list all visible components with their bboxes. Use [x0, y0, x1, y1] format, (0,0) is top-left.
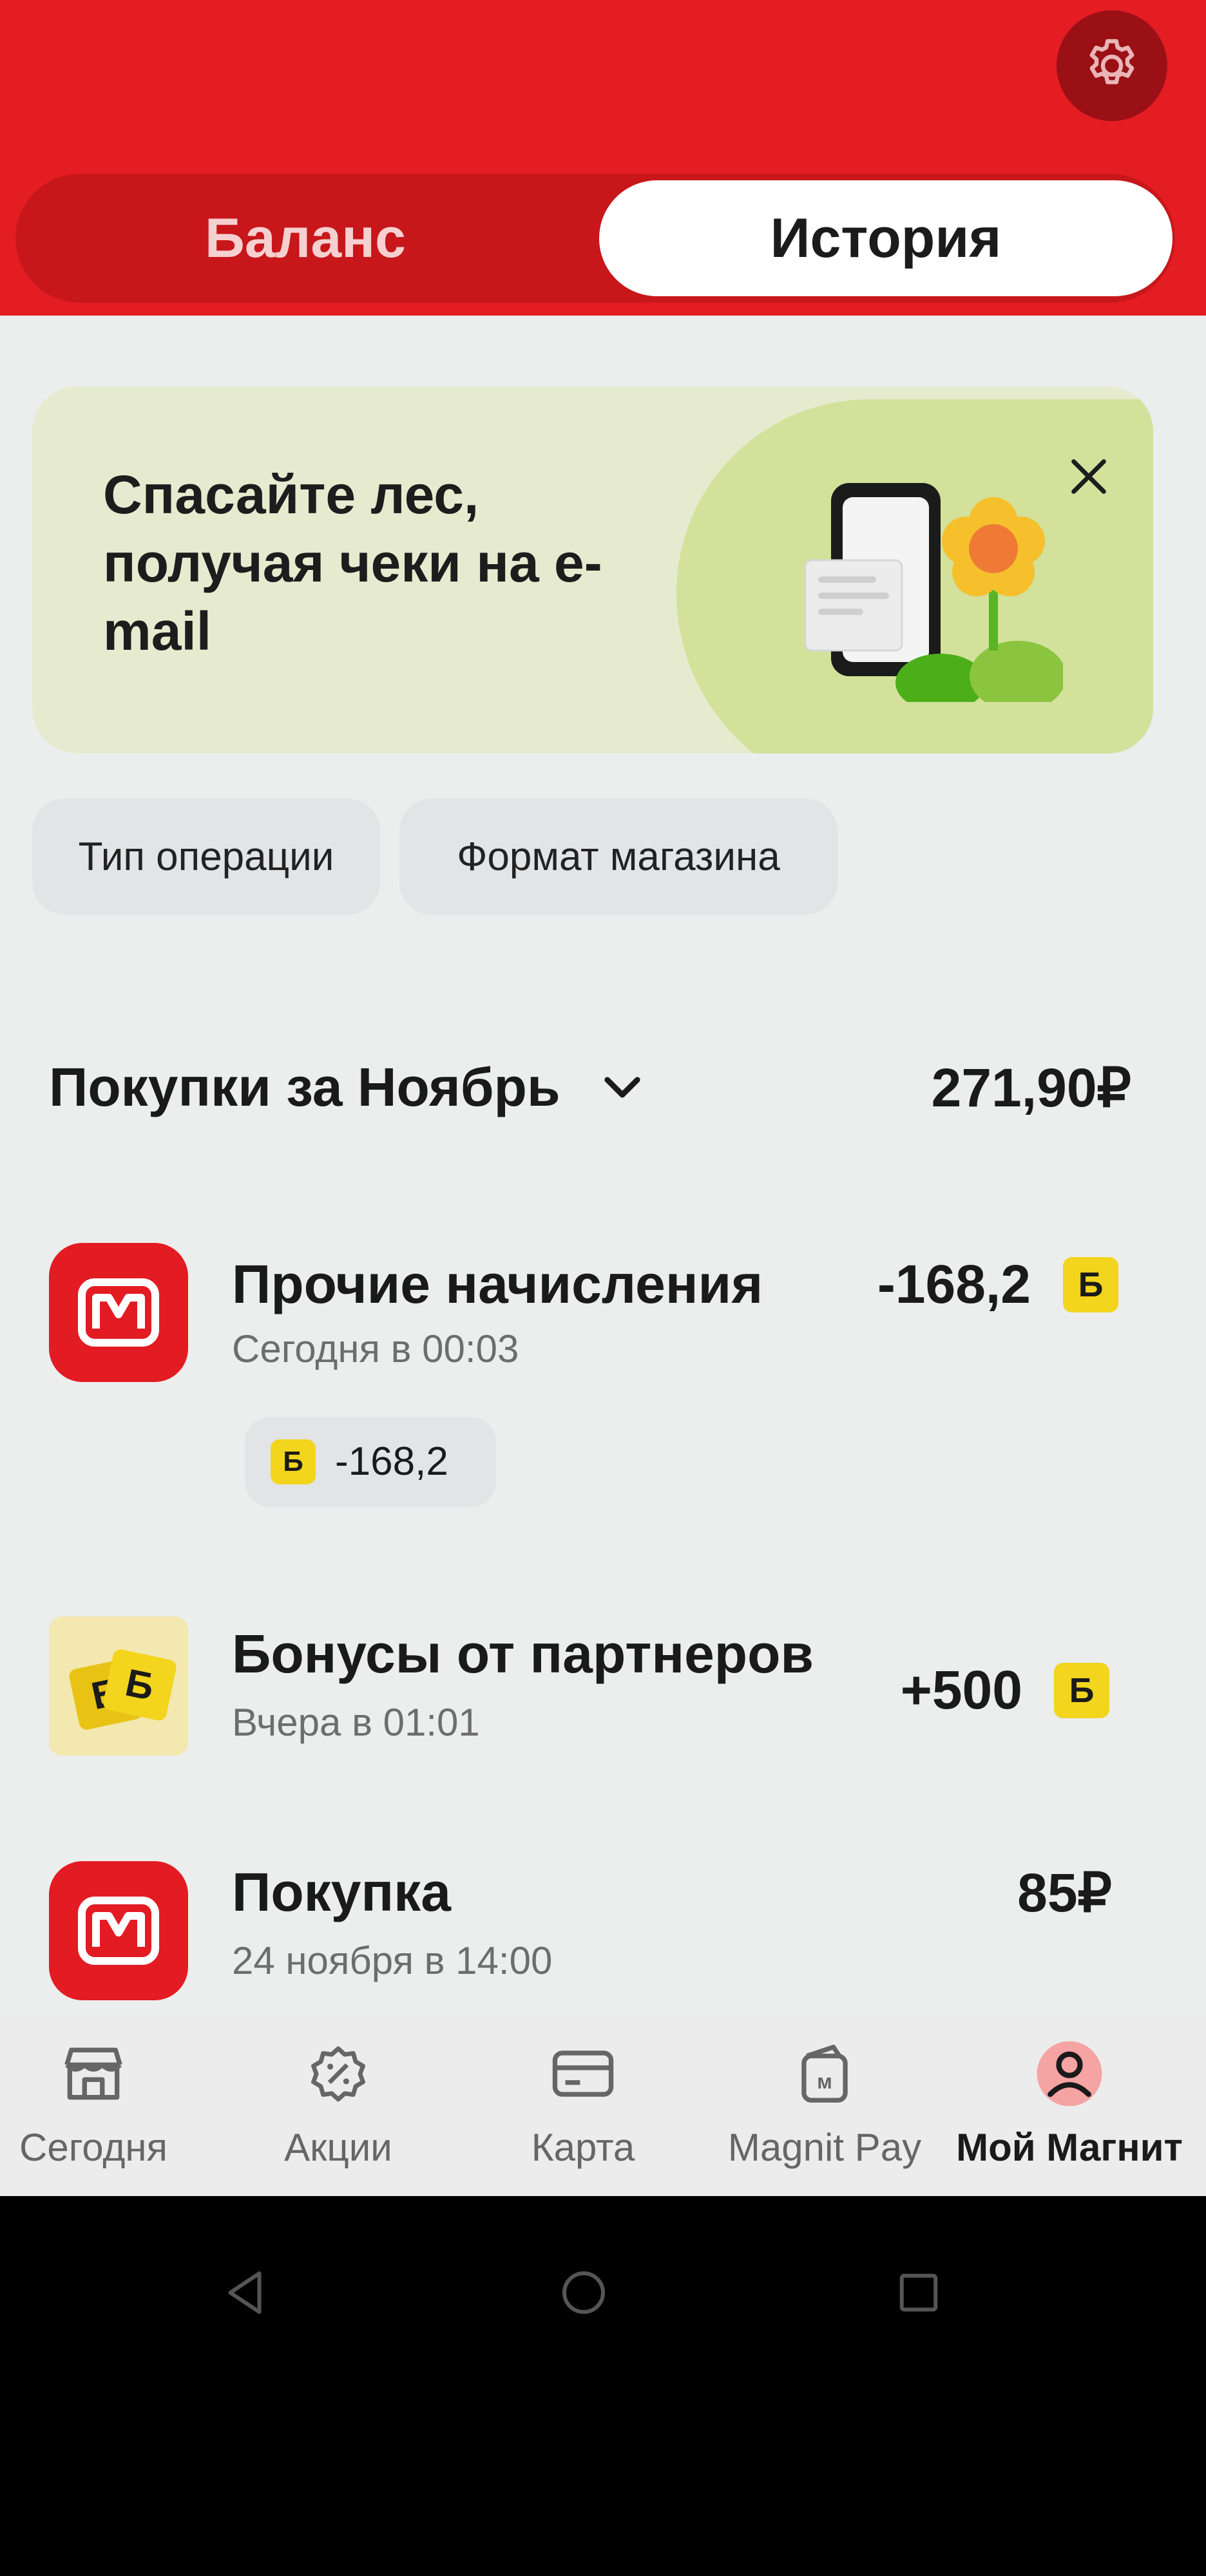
- nav-label: Сегодня: [19, 2126, 168, 2169]
- transaction-name: Бонусы от партнеров: [232, 1624, 814, 1684]
- app-screen: Баланс История Спасайте лес, получая чек…: [0, 0, 1206, 2196]
- filter-operation-type[interactable]: Тип операции: [32, 799, 380, 914]
- transaction-detail-chip: Б -168,2: [245, 1417, 496, 1507]
- transaction-amount: 85₽: [1017, 1862, 1112, 1923]
- svg-text:м: м: [817, 2070, 832, 2093]
- transaction-row[interactable]: Покупка 24 ноября в 14:00 85₽: [0, 1861, 1206, 2016]
- bottom-navigation: Сегодня Акции Карта м Magnit Pay Мой Маг…: [0, 2016, 1206, 2196]
- system-navigation-bar: [0, 2196, 1206, 2576]
- transaction-row[interactable]: Б Б Бонусы от партнеров Вчера в 01:01 +5…: [0, 1616, 1206, 1784]
- recents-square-icon: [899, 2273, 938, 2312]
- history-content: Спасайте лес, получая чеки на e-mail Тип…: [0, 316, 1206, 2041]
- period-total: 271,90₽: [931, 1057, 1131, 1118]
- promo-banner[interactable]: Спасайте лес, получая чеки на e-mail: [32, 386, 1153, 753]
- nav-my-magnit[interactable]: Мой Магнит: [953, 2038, 1185, 2186]
- bonus-badge: Б: [271, 1439, 316, 1484]
- phone-receipt-flower-illustration: [804, 483, 1063, 702]
- detail-amount: -168,2: [335, 1439, 448, 1484]
- transaction-name: Прочие начисления: [232, 1254, 763, 1314]
- home-button[interactable]: [545, 2254, 622, 2331]
- recents-button[interactable]: [880, 2254, 957, 2331]
- header: Баланс История: [0, 0, 1206, 316]
- magnit-logo-icon: [49, 1861, 188, 2000]
- nav-label: Карта: [531, 2126, 635, 2169]
- tab-balance[interactable]: Баланс: [15, 180, 595, 296]
- transaction-name: Покупка: [232, 1862, 451, 1922]
- filter-store-format[interactable]: Формат магазина: [399, 799, 838, 914]
- bonus-badge: Б: [1063, 1257, 1118, 1312]
- close-icon: [1071, 459, 1106, 494]
- transaction-time: Вчера в 01:01: [232, 1701, 480, 1744]
- settings-button[interactable]: [1057, 10, 1167, 121]
- back-button[interactable]: [206, 2254, 283, 2331]
- wallet-icon: м: [789, 2038, 860, 2109]
- magnit-logo-icon: [49, 1243, 188, 1382]
- back-triangle-icon: [228, 2271, 262, 2314]
- transaction-amount: +500: [900, 1660, 1022, 1720]
- bonus-cards-icon: Б Б: [49, 1616, 188, 1756]
- period-title: Покупки за Ноябрь: [49, 1057, 560, 1117]
- tab-history[interactable]: История: [599, 180, 1172, 296]
- discount-badge-icon: [303, 2038, 374, 2109]
- home-circle-icon: [562, 2271, 605, 2314]
- nav-promotions[interactable]: Акции: [222, 2038, 454, 2186]
- transaction-time: Сегодня в 00:03: [232, 1327, 519, 1370]
- gear-icon: [1089, 39, 1134, 84]
- period-header[interactable]: Покупки за Ноябрь 271,90₽: [49, 1050, 1131, 1127]
- nav-label: Мой Магнит: [956, 2126, 1183, 2169]
- profile-icon: [1034, 2038, 1105, 2109]
- transaction-time: 24 ноября в 14:00: [232, 1939, 553, 1982]
- promo-text: Спасайте лес, получая чеки на e-mail: [103, 464, 602, 661]
- nav-magnit-pay[interactable]: м Magnit Pay: [709, 2038, 941, 2186]
- nav-card[interactable]: Карта: [467, 2038, 699, 2186]
- tab-switcher: Баланс История: [15, 174, 1175, 303]
- nav-label: Акции: [284, 2126, 392, 2169]
- nav-today[interactable]: Сегодня: [0, 2038, 209, 2186]
- transaction-amount: -168,2: [877, 1254, 1031, 1314]
- transaction-row[interactable]: Прочие начисления Сегодня в 00:03 -168,2…: [0, 1243, 1206, 1552]
- card-icon: [548, 2038, 618, 2109]
- chevron-down-icon[interactable]: [597, 1063, 648, 1126]
- nav-label: Magnit Pay: [727, 2126, 922, 2169]
- store-icon: [58, 2038, 129, 2109]
- bonus-badge: Б: [1054, 1663, 1109, 1718]
